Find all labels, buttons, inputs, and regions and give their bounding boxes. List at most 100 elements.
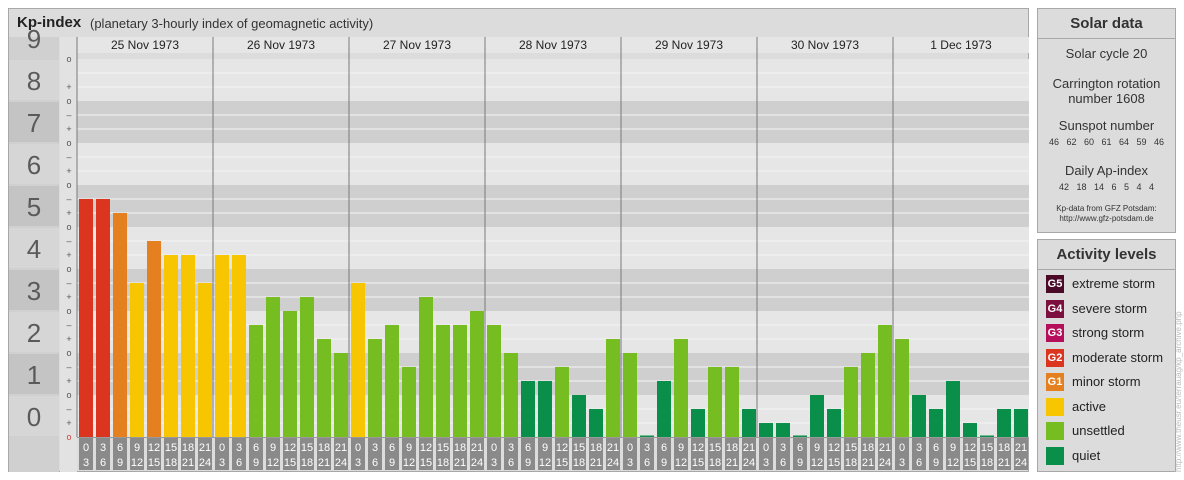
hour-end-label: 21: [454, 457, 466, 469]
hour-end-label: 24: [1015, 457, 1027, 469]
sunspot-title: Sunspot number: [1058, 118, 1155, 133]
kp-bar: [793, 435, 807, 437]
minor-mark: +: [66, 334, 71, 344]
hour-start-label: 18: [862, 442, 874, 454]
kp-bar: [572, 395, 586, 437]
kp-bar: [215, 255, 229, 437]
hour-start-label: 3: [236, 442, 242, 454]
minor-mark: –: [66, 278, 71, 288]
minor-mark: +: [66, 166, 71, 176]
hour-start-label: 12: [828, 442, 840, 454]
solar-data-panel: Solar data Solar cycle 20 Carrington rot…: [1037, 8, 1176, 233]
kp-bar: [1014, 408, 1028, 437]
hour-start-label: 0: [83, 442, 89, 454]
minor-mark: –: [66, 320, 71, 330]
kp-bar: [980, 435, 994, 437]
kp-bar: [453, 324, 467, 437]
hour-start-label: 21: [743, 442, 755, 454]
minor-mark: +: [66, 250, 71, 260]
kp-bar: [844, 366, 858, 437]
minor-mark: o: [66, 432, 71, 442]
hour-start-label: 0: [219, 442, 225, 454]
band-7: [77, 101, 1029, 143]
minor-mark: –: [66, 404, 71, 414]
level-swatch: G3: [1046, 324, 1064, 342]
level-swatch: [1046, 397, 1064, 416]
kp-chart: 25 Nov 1973 26 Nov 1973 27 Nov 1973 28 Nov …: [9, 24, 1029, 472]
level-label: strong storm: [1072, 325, 1145, 340]
kp-bar: [317, 339, 331, 437]
minor-mark: –: [66, 362, 71, 372]
level-label: unsettled: [1072, 423, 1125, 438]
chart-subtitle: (planetary 3-hourly index of geomagnetic…: [90, 16, 374, 31]
minor-mark: o: [66, 54, 71, 64]
minor-mark: +: [66, 376, 71, 386]
hour-end-label: 15: [964, 457, 976, 469]
kp-bar: [963, 423, 977, 437]
kp-bar: [759, 423, 773, 437]
hour-end-label: 3: [219, 457, 225, 469]
hour-start-label: 12: [556, 442, 568, 454]
hour-start-label: 18: [318, 442, 330, 454]
hour-end-label: 21: [726, 457, 738, 469]
hour-end-label: 6: [372, 457, 378, 469]
hour-end-label: 18: [437, 457, 449, 469]
day-label: 1 Dec 1973: [930, 38, 992, 52]
y-tick-label: 4: [27, 234, 41, 264]
kp-bar: [623, 353, 637, 437]
hour-end-label: 15: [556, 457, 568, 469]
hour-start-label: 3: [100, 442, 106, 454]
level-swatch: G2: [1046, 348, 1064, 367]
hour-start-label: 9: [678, 442, 684, 454]
kp-bar: [147, 240, 161, 437]
credit-url: http://www.gfz-potsdam.de: [1059, 214, 1154, 223]
hour-end-label: 6: [508, 457, 514, 469]
hour-start-label: 6: [661, 442, 667, 454]
kp-bar: [589, 408, 603, 437]
minor-mark: +: [66, 208, 71, 218]
hour-start-label: 0: [627, 442, 633, 454]
kp-bar: [657, 381, 671, 437]
level-label: severe storm: [1072, 300, 1148, 316]
kp-bar: [164, 255, 178, 437]
minor-mark: +: [66, 292, 71, 302]
y-tick-label: 8: [27, 66, 41, 96]
hour-start-label: 6: [389, 442, 395, 454]
kp-bar: [606, 339, 620, 437]
day-label: 25 Nov 1973: [111, 38, 179, 52]
hour-start-label: 0: [763, 442, 769, 454]
hour-start-label: 12: [964, 442, 976, 454]
credit-line: Kp-data from GFZ Potsdam:: [1056, 204, 1157, 213]
kp-bar: [436, 324, 450, 437]
hour-end-label: 3: [491, 457, 497, 469]
level-label: moderate storm: [1072, 349, 1164, 365]
hour-end-label: 6: [644, 457, 650, 469]
kp-bar: [555, 366, 569, 437]
minor-mark: –: [66, 236, 71, 246]
hour-end-label: 15: [420, 457, 432, 469]
hour-end-label: 21: [182, 457, 194, 469]
hour-start-label: 3: [508, 442, 514, 454]
kp-bar: [504, 353, 518, 437]
kp-bar: [827, 408, 841, 437]
hour-end-label: 12: [539, 457, 551, 469]
day-label: 30 Nov 1973: [791, 38, 859, 52]
hour-start-label: 15: [437, 442, 449, 454]
chart-title: Kp-index: [17, 14, 82, 31]
hour-end-label: 3: [83, 457, 89, 469]
hour-end-label: 18: [301, 457, 313, 469]
hour-end-label: 12: [131, 457, 143, 469]
kp-bar: [181, 255, 195, 437]
hour-end-label: 18: [573, 457, 585, 469]
kp-bar: [946, 381, 960, 437]
hour-start-label: 15: [709, 442, 721, 454]
minor-mark: o: [66, 96, 71, 106]
hour-end-label: 18: [981, 457, 993, 469]
hour-end-label: 9: [661, 457, 667, 469]
minor-mark: o: [66, 348, 71, 358]
day-label: 29 Nov 1973: [655, 38, 723, 52]
kp-bar: [810, 395, 824, 437]
kp-bar: [96, 198, 110, 437]
hour-start-label: 6: [117, 442, 123, 454]
hour-start-label: 21: [879, 442, 891, 454]
